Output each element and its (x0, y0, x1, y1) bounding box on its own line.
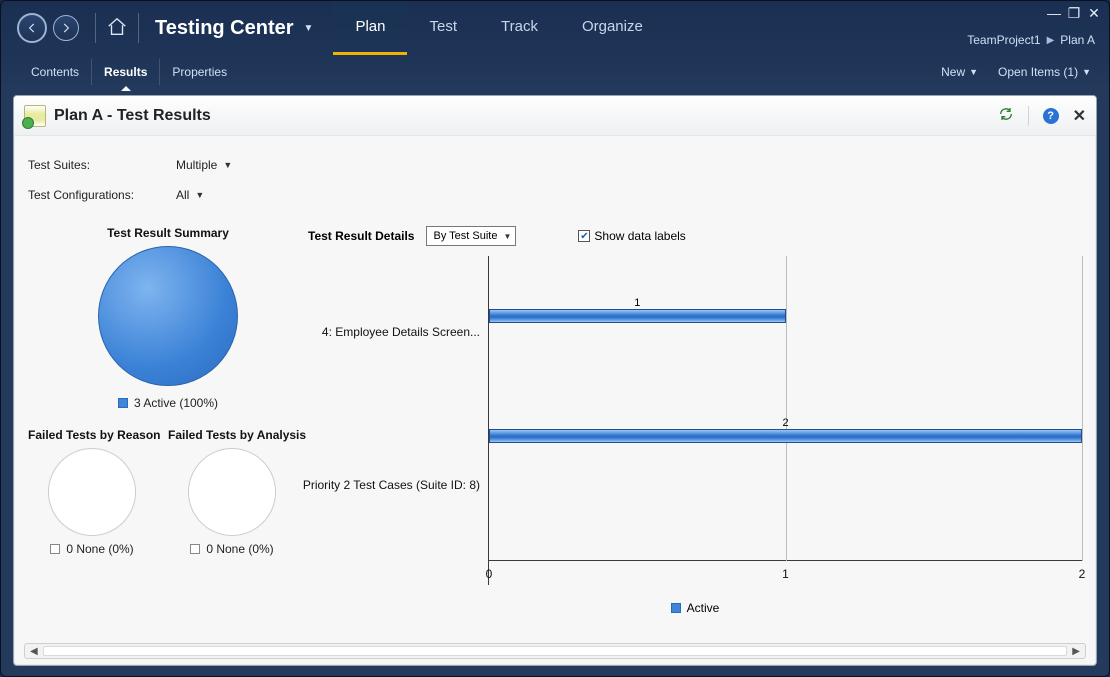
x-tick: 1 (782, 567, 789, 581)
bar-category-1: Priority 2 Test Cases (Suite ID: 8) (308, 409, 488, 562)
summary-pie-chart (98, 246, 238, 386)
filter-configs-value: All (176, 188, 189, 202)
tab-organize[interactable]: Organize (560, 1, 665, 55)
details-title: Test Result Details (308, 229, 414, 243)
filter-suites-dropdown[interactable]: Multiple ▼ (176, 158, 232, 172)
summary-legend: 3 Active (100%) (28, 396, 308, 410)
scroll-track[interactable] (43, 646, 1068, 656)
bar-data-label: 2 (782, 417, 788, 429)
gridline (1082, 256, 1083, 561)
failed-by-analysis-chart (188, 448, 276, 536)
summary-legend-text: 3 Active (100%) (134, 396, 218, 410)
chevron-right-icon: ▶ (1047, 35, 1055, 46)
chevron-down-icon: ▼ (223, 160, 232, 170)
filter-suites-value: Multiple (176, 158, 217, 172)
subtab-results[interactable]: Results (92, 59, 160, 85)
scroll-right-arrow[interactable]: ▶ (1069, 646, 1083, 657)
divider (138, 13, 139, 43)
tab-plan[interactable]: Plan (333, 1, 407, 55)
filter-configs-dropdown[interactable]: All ▼ (176, 188, 204, 202)
bar-series-active (489, 309, 786, 323)
test-results-icon (24, 105, 46, 127)
show-data-labels-label: Show data labels (594, 229, 685, 243)
legend-swatch-active (671, 603, 681, 613)
new-menu[interactable]: New ▼ (941, 65, 978, 79)
legend-swatch-none (190, 544, 200, 554)
failed-by-reason-title: Failed Tests by Reason (28, 428, 156, 442)
bar-data-label: 1 (634, 297, 640, 309)
nav-forward-button[interactable] (53, 15, 79, 41)
legend-swatch-none (50, 544, 60, 554)
failed-by-reason-legend: 0 None (0%) (66, 542, 133, 556)
details-combo-value: By Test Suite (433, 230, 497, 242)
open-items-menu[interactable]: Open Items (1) ▼ (998, 65, 1091, 79)
horizontal-scrollbar[interactable]: ◀ ▶ (24, 643, 1086, 659)
minimize-button[interactable]: — (1047, 5, 1061, 22)
failed-by-analysis-legend: 0 None (0%) (206, 542, 273, 556)
filter-suites-label: Test Suites: (28, 158, 168, 172)
bar-category-0: 4: Employee Details Screen... (308, 256, 488, 409)
show-data-labels-checkbox[interactable]: ✔ (578, 230, 590, 242)
x-tick: 2 (1079, 567, 1086, 581)
close-window-button[interactable]: ✕ (1087, 5, 1101, 22)
scroll-left-arrow[interactable]: ◀ (27, 646, 41, 657)
legend-swatch-active (118, 398, 128, 408)
details-groupby-combo[interactable]: By Test Suite ▼ (426, 226, 516, 246)
failed-by-reason-chart (48, 448, 136, 536)
gridline (786, 256, 787, 561)
chevron-down-icon: ▼ (1082, 67, 1091, 77)
subtab-properties[interactable]: Properties (160, 59, 239, 85)
details-legend-text: Active (687, 601, 720, 615)
close-panel-button[interactable]: ✕ (1073, 106, 1086, 126)
tab-test[interactable]: Test (407, 1, 479, 55)
bar-series-active (489, 429, 1082, 443)
breadcrumb: TeamProject1 ▶ Plan A (967, 33, 1095, 47)
chevron-down-icon: ▼ (969, 67, 978, 77)
breadcrumb-plan[interactable]: Plan A (1060, 33, 1095, 47)
tab-track[interactable]: Track (479, 1, 560, 55)
panel-title: Plan A - Test Results (54, 107, 211, 125)
app-title: Testing Center (155, 17, 294, 40)
breadcrumb-project[interactable]: TeamProject1 (967, 33, 1040, 47)
divider (95, 13, 96, 43)
home-button[interactable] (106, 16, 128, 41)
chevron-down-icon: ▼ (503, 232, 511, 241)
failed-by-analysis-title: Failed Tests by Analysis (168, 428, 296, 442)
app-title-dropdown[interactable]: ▼ (304, 23, 314, 34)
details-legend: Active (308, 601, 1082, 615)
chevron-down-icon: ▼ (195, 190, 204, 200)
new-label: New (941, 65, 965, 79)
restore-button[interactable]: ❐ (1067, 5, 1081, 22)
subtab-contents[interactable]: Contents (19, 59, 92, 85)
details-bar-chart: 4: Employee Details Screen... Priority 2… (308, 256, 1082, 585)
refresh-button[interactable] (998, 106, 1014, 125)
help-button[interactable]: ? (1043, 108, 1059, 124)
x-tick: 0 (486, 567, 493, 581)
open-items-label: Open Items (1) (998, 65, 1078, 79)
main-tabs: Plan Test Track Organize (333, 1, 664, 55)
summary-title: Test Result Summary (28, 226, 308, 240)
divider (1028, 106, 1029, 126)
nav-back-button[interactable] (17, 13, 47, 43)
filter-configs-label: Test Configurations: (28, 188, 168, 202)
